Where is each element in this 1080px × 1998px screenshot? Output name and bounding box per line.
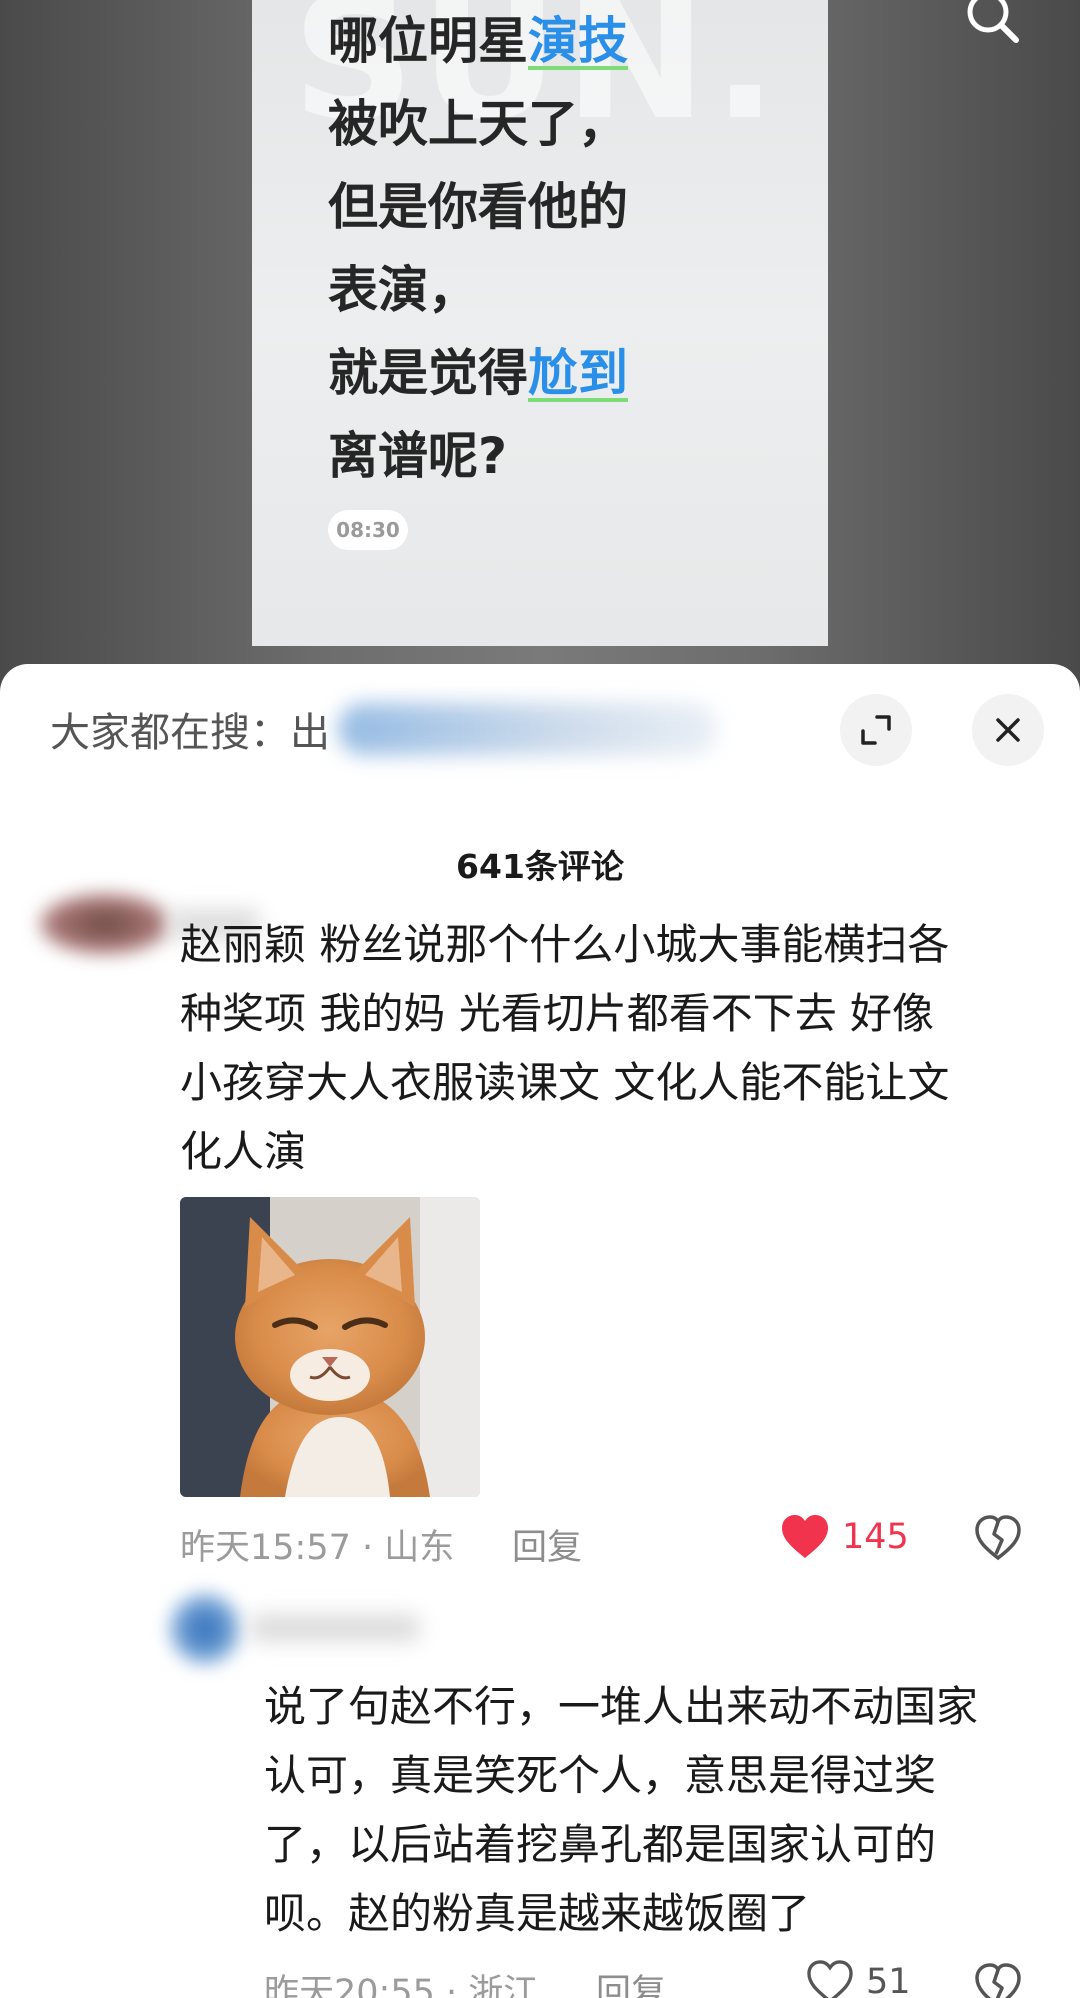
like-button[interactable]: 51 [806,1960,911,1998]
comment-text: 赵丽颖 粉丝说那个什么小城大事能横扫各 种奖项 我的妈 光看切片都看不下去 好像… [180,920,950,1176]
like-count: 51 [866,1962,911,1998]
avatar[interactable] [40,894,170,954]
comment-count-title: 641条评论 [456,847,624,886]
search-icon[interactable] [960,0,1026,52]
caption-line: 但是你看他的 [328,178,628,236]
comment-panel: 大家都在搜： 出 641条评论 赵丽颖 粉丝说那个什么小城大事能横扫各 种奖项 … [0,664,1080,1998]
video-timestamp: 08:30 [328,510,408,550]
avatar[interactable] [170,1594,240,1664]
search-query[interactable]: 出 [290,700,330,758]
video-caption: 哪位明星演技 被吹上天了， 但是你看他的 表演， 就是觉得尬到 离谱呢? [328,0,628,498]
comment-image[interactable] [180,1197,480,1497]
like-button[interactable]: 145 [780,1514,909,1560]
heart-icon [782,1515,828,1558]
close-button[interactable] [972,694,1044,766]
caption-line: 哪位明星演技 [328,12,628,70]
caption-line: 表演， [328,261,478,319]
dislike-icon[interactable] [974,1962,1022,1998]
caption-line: 就是觉得尬到 [328,344,628,402]
search-label: 大家都在搜： [50,710,290,756]
username-blurred [250,1614,420,1642]
reply-button[interactable]: 回复 [596,1964,666,1998]
comment-meta: 昨天15:57 · 山东 [180,1528,455,1568]
comment-meta: 昨天20:55 · 浙江 [264,1973,539,1998]
video-player[interactable]: SUN. 哪位明星演技 被吹上天了， 但是你看他的 表演， 就是觉得尬到 离谱呢… [0,0,1080,700]
caption-line: 被吹上天了， [328,95,628,153]
reply-button[interactable]: 回复 [512,1519,582,1570]
dislike-icon[interactable] [974,1514,1022,1562]
expand-icon [861,715,891,745]
caption-line: 离谱呢? [328,427,508,485]
heart-icon [807,1960,853,1998]
trending-search-bar[interactable]: 大家都在搜： 出 [50,703,718,756]
video-frame: SUN. 哪位明星演技 被吹上天了， 但是你看他的 表演， 就是觉得尬到 离谱呢… [252,0,828,646]
close-icon [996,718,1020,742]
cat-photo [180,1197,480,1497]
blurred-search-query [338,703,718,755]
like-count: 145 [842,1517,909,1557]
expand-button[interactable] [840,694,912,766]
comment-text: 说了句赵不行，一堆人出来动不动国家 认可，真是笑死个人，意思是得过奖 了，以后站… [264,1682,979,1938]
